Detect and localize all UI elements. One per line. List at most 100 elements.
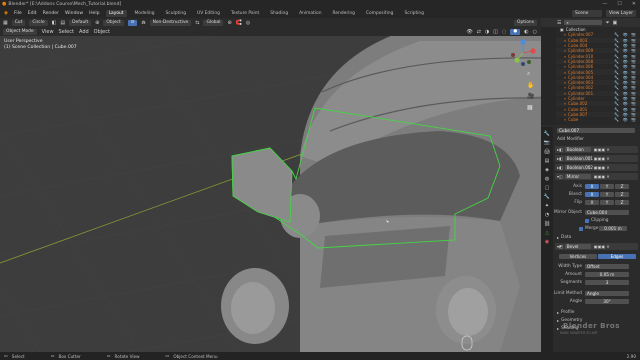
proportional-edit-icon[interactable]: ◎ xyxy=(246,20,250,26)
merge-checkbox[interactable] xyxy=(579,226,583,231)
expand-arrow-icon[interactable]: ▸ xyxy=(557,310,559,316)
shading-solid-icon[interactable]: ● xyxy=(510,28,521,35)
profile-subpanel[interactable]: ▸ Profile xyxy=(553,309,640,316)
outliner-search-input[interactable]: ⌕ xyxy=(564,19,603,26)
segments-field[interactable]: 3 xyxy=(585,279,629,286)
tab-shading[interactable]: Shading xyxy=(267,10,291,17)
modifier-tab-icon[interactable]: 🔧 xyxy=(544,194,550,200)
modifier-visibility-icon[interactable]: 🔧 👁 📷 xyxy=(614,54,637,59)
axis-z-toggle[interactable]: Z xyxy=(615,183,629,190)
object-name-field[interactable]: Cube.007 xyxy=(557,127,635,134)
navigation-gizmo[interactable] xyxy=(508,38,538,68)
menu-window[interactable]: Window xyxy=(65,11,83,16)
modifier-toggles-icon[interactable]: ▣▣▣ ✕ xyxy=(594,156,610,162)
width-type-dropdown[interactable]: Offset xyxy=(585,263,629,270)
tab-scripting[interactable]: Scripting xyxy=(401,10,427,17)
modifier-visibility-icon[interactable]: 🔧 👁 📷 xyxy=(614,112,637,117)
outliner-row[interactable]: ▿ Cube 🔧 👁 📷 xyxy=(556,117,640,122)
tab-rendering[interactable]: Rendering xyxy=(330,10,358,17)
constraints-tab-icon[interactable]: ⛓ xyxy=(544,221,550,227)
modifier-toggles-icon[interactable]: ▣▣▣ ✕ xyxy=(594,147,610,153)
modifier-visibility-icon[interactable]: 🔧 👁 📷 xyxy=(614,117,637,122)
tab-compositing[interactable]: Compositing xyxy=(363,10,397,17)
flip-x-toggle[interactable]: X xyxy=(585,199,599,206)
modifier-visibility-icon[interactable]: 🔧 👁 📷 xyxy=(614,85,637,90)
modifier-bevel[interactable]: ▾ ◩ Bevel ▣▣▣ ✕ xyxy=(555,243,638,250)
tab-animation[interactable]: Animation xyxy=(296,10,324,17)
non-destructive-dropdown[interactable]: Non-Destructive xyxy=(149,19,192,26)
axis-y-toggle[interactable]: Y xyxy=(600,183,614,190)
physics-tab-icon[interactable]: ◔ xyxy=(545,212,549,218)
tab-layout[interactable]: Layout xyxy=(105,9,127,17)
scene-tab-icon[interactable]: ◈ xyxy=(545,167,549,173)
modifier-visibility-icon[interactable]: 🔧 👁 📷 xyxy=(614,59,637,64)
modifier-visibility-icon[interactable]: 🔧 👁 📷 xyxy=(614,48,637,53)
visibility-icon[interactable]: 👁 xyxy=(466,29,472,35)
bisect-x-toggle[interactable]: X xyxy=(585,191,599,198)
modifier-visibility-icon[interactable]: 🔧 👁 📷 xyxy=(614,75,637,80)
zoom-icon[interactable]: ⌕ xyxy=(527,70,534,78)
expand-arrow-icon[interactable]: ▸ xyxy=(557,235,559,241)
snap-magnet-icon[interactable]: 🧲 xyxy=(236,20,242,26)
camera-icon[interactable]: 🎥 xyxy=(527,93,534,100)
modifier-visibility-icon[interactable]: 🔧 👁 📷 xyxy=(614,32,637,37)
limit-method-dropdown[interactable]: Angle xyxy=(585,290,629,297)
global-orientation-dropdown[interactable]: Global xyxy=(203,19,224,26)
modifier-visibility-icon[interactable]: 🔧 👁 📷 xyxy=(614,107,637,112)
tab-texture-paint[interactable]: Texture Paint xyxy=(228,10,262,17)
mirror-object-field[interactable]: Cube.004 xyxy=(585,209,629,216)
grid-icon[interactable]: ▤ xyxy=(60,20,65,26)
angle-field[interactable]: 30° xyxy=(585,298,629,305)
particles-tab-icon[interactable]: ✦ xyxy=(545,203,549,209)
render-tab-icon[interactable]: 📷 xyxy=(544,140,550,146)
close-button[interactable]: ✕ xyxy=(632,1,636,7)
affect-edges-toggle[interactable]: Edges xyxy=(598,253,636,260)
flip-z-toggle[interactable]: Z xyxy=(615,199,629,206)
cut-dropdown[interactable]: Cut xyxy=(11,19,26,26)
tool-tab-icon[interactable]: 🔧 xyxy=(544,131,550,137)
pan-hand-icon[interactable]: ✋ xyxy=(527,82,534,89)
filter-icon[interactable]: ⏷ xyxy=(605,20,609,26)
modifier-visibility-icon[interactable]: 🔧 👁 📷 xyxy=(614,91,637,96)
amount-field[interactable]: 0.05 m xyxy=(585,271,629,278)
view-layer-tab-icon[interactable]: ▤ xyxy=(545,158,550,164)
add-modifier-button[interactable]: Add Modifier xyxy=(557,137,584,142)
gizmo-toggle-icon[interactable]: ⇄ xyxy=(477,29,481,35)
expand-arrow-icon[interactable]: ▸ xyxy=(557,326,559,332)
modifier-boolean[interactable]: ▸ ◧ Boolean ▣▣▣ ✕ xyxy=(555,146,638,153)
modifier-toggles-icon[interactable]: ▣▣▣ ✕ xyxy=(594,165,610,171)
drag-object-dropdown[interactable]: Object xyxy=(103,19,124,26)
modifier-visibility-icon[interactable]: 🔧 👁 📷 xyxy=(614,38,637,43)
object-mode-dropdown[interactable]: Object Mode xyxy=(3,28,37,35)
tab-modeling[interactable]: Modeling xyxy=(132,10,158,17)
modifier-visibility-icon[interactable]: 🔧 👁 📷 xyxy=(614,101,637,106)
merge-distance-field[interactable]: 0.001 m xyxy=(599,225,627,232)
overlay-toggle-icon[interactable]: ◑ xyxy=(485,29,489,35)
menu-help[interactable]: Help xyxy=(89,11,99,16)
xray-toggle-icon[interactable]: ◫ xyxy=(493,29,498,35)
menu-file[interactable]: File xyxy=(14,11,22,16)
tab-sculpting[interactable]: Sculpting xyxy=(163,10,190,17)
material-tab-icon[interactable]: ◉ xyxy=(545,239,549,245)
minimize-button[interactable]: — xyxy=(602,1,607,7)
snap-toggle-button[interactable]: ⊙ xyxy=(127,19,138,26)
menu-object[interactable]: Object xyxy=(94,29,110,35)
modifier-visibility-icon[interactable]: 🔧 👁 📷 xyxy=(614,43,637,48)
menu-select[interactable]: Select xyxy=(59,29,74,35)
modifier-visibility-icon[interactable]: 🔧 👁 📷 xyxy=(614,64,637,69)
new-collection-icon[interactable]: ▣ xyxy=(613,20,618,26)
shading-wireframe-icon[interactable]: ◌ xyxy=(502,29,506,35)
modifier-boolean-002[interactable]: ▸ ◧ Boolean.002 ▣▣▣ ✕ xyxy=(555,164,638,171)
shape-icon[interactable]: ◧ xyxy=(52,20,57,26)
object-tab-icon[interactable]: ▢ xyxy=(545,185,550,191)
world-tab-icon[interactable]: ◍ xyxy=(545,176,549,182)
magnet-icon[interactable]: ⋒ xyxy=(141,20,145,26)
shading-rendered-icon[interactable]: ○ xyxy=(533,29,537,35)
tab-uv-editing[interactable]: UV Editing xyxy=(194,10,223,17)
circle-dropdown[interactable]: Circle xyxy=(29,19,48,26)
data-tab-icon[interactable]: △ xyxy=(545,230,549,236)
blender-menu-icon[interactable]: ◉ xyxy=(4,11,8,16)
modifier-visibility-icon[interactable]: 🔧 👁 📷 xyxy=(614,70,637,75)
output-tab-icon[interactable]: 🖨 xyxy=(544,149,550,155)
clipping-checkbox[interactable] xyxy=(585,218,589,223)
